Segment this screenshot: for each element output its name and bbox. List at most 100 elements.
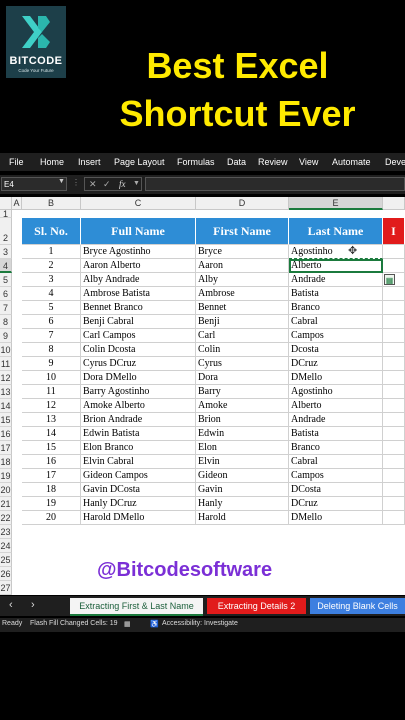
- table-cell-empty[interactable]: [383, 413, 405, 427]
- table-cell[interactable]: Brion Andrade: [81, 413, 196, 427]
- menu-formulas[interactable]: Formulas: [177, 157, 215, 167]
- row-header-5[interactable]: 5: [0, 273, 12, 287]
- table-cell[interactable]: 20: [22, 511, 81, 525]
- table-header-cell[interactable]: Full Name: [81, 218, 196, 245]
- table-cell-empty[interactable]: [383, 343, 405, 357]
- table-cell-empty[interactable]: [383, 399, 405, 413]
- table-cell[interactable]: Dcosta: [289, 343, 383, 357]
- chevron-down-icon[interactable]: ▼: [133, 180, 140, 187]
- table-cell[interactable]: Amoke Alberto: [81, 399, 196, 413]
- table-cell[interactable]: 11: [22, 385, 81, 399]
- column-header-c[interactable]: C: [81, 197, 196, 210]
- table-cell[interactable]: Bennet: [196, 301, 289, 315]
- row-header-1[interactable]: 1: [0, 210, 12, 219]
- table-cell[interactable]: Alby: [196, 273, 289, 287]
- table-cell[interactable]: Dora DMello: [81, 371, 196, 385]
- table-cell[interactable]: Agostinho: [289, 385, 383, 399]
- row-header-16[interactable]: 16: [0, 427, 12, 441]
- table-cell[interactable]: Barry Agostinho: [81, 385, 196, 399]
- chevron-down-icon[interactable]: ▼: [58, 178, 65, 185]
- table-cell[interactable]: Bryce Agostinho: [81, 245, 196, 259]
- table-cell[interactable]: Alby Andrade: [81, 273, 196, 287]
- table-cell[interactable]: 8: [22, 343, 81, 357]
- row-header-25[interactable]: 25: [0, 553, 12, 567]
- table-cell[interactable]: Ambrose Batista: [81, 287, 196, 301]
- table-cell[interactable]: 6: [22, 315, 81, 329]
- table-cell[interactable]: Harold DMello: [81, 511, 196, 525]
- column-header-f[interactable]: [383, 197, 405, 210]
- table-cell[interactable]: 1: [22, 245, 81, 259]
- row-header-21[interactable]: 21: [0, 497, 12, 511]
- table-cell-empty[interactable]: [383, 455, 405, 469]
- table-cell[interactable]: 17: [22, 469, 81, 483]
- table-cell[interactable]: Benji Cabral: [81, 315, 196, 329]
- table-header-cell[interactable]: Last Name: [289, 218, 383, 245]
- row-header-23[interactable]: 23: [0, 525, 12, 539]
- table-cell[interactable]: DCosta: [289, 483, 383, 497]
- table-cell-empty[interactable]: [383, 385, 405, 399]
- table-cell[interactable]: Dora: [196, 371, 289, 385]
- table-cell-empty[interactable]: [383, 357, 405, 371]
- table-cell[interactable]: 5: [22, 301, 81, 315]
- table-cell-empty[interactable]: [383, 441, 405, 455]
- status-accessibility[interactable]: Accessibility: Investigate: [162, 620, 238, 627]
- table-cell-empty[interactable]: [383, 287, 405, 301]
- row-header-10[interactable]: 10: [0, 343, 12, 357]
- table-cell[interactable]: Edwin Batista: [81, 427, 196, 441]
- row-header-22[interactable]: 22: [0, 511, 12, 525]
- table-cell[interactable]: Cyrus DCruz: [81, 357, 196, 371]
- row-header-19[interactable]: 19: [0, 469, 12, 483]
- table-cell[interactable]: 3: [22, 273, 81, 287]
- column-header-e[interactable]: E: [289, 197, 383, 210]
- table-cell[interactable]: Brion: [196, 413, 289, 427]
- row-header-15[interactable]: 15: [0, 413, 12, 427]
- table-cell[interactable]: Gavin: [196, 483, 289, 497]
- table-cell[interactable]: DMello: [289, 371, 383, 385]
- table-cell[interactable]: DCruz: [289, 497, 383, 511]
- table-cell[interactable]: DCruz: [289, 357, 383, 371]
- row-header-17[interactable]: 17: [0, 441, 12, 455]
- row-header-11[interactable]: 11: [0, 357, 12, 371]
- table-cell[interactable]: Agostinho: [289, 245, 383, 259]
- menu-view[interactable]: View: [299, 157, 318, 167]
- table-cell[interactable]: Hanly DCruz: [81, 497, 196, 511]
- table-cell[interactable]: Edwin: [196, 427, 289, 441]
- table-cell-empty[interactable]: [383, 245, 405, 259]
- formula-input[interactable]: [145, 177, 405, 191]
- table-header-cell[interactable]: I: [383, 218, 405, 245]
- table-cell[interactable]: Branco: [289, 301, 383, 315]
- row-header-24[interactable]: 24: [0, 539, 12, 553]
- row-header-13[interactable]: 13: [0, 385, 12, 399]
- table-header-cell[interactable]: Sl. No.: [22, 218, 81, 245]
- table-cell[interactable]: Campos: [289, 329, 383, 343]
- table-cell[interactable]: Alberto: [289, 399, 383, 413]
- check-icon[interactable]: ✓: [103, 179, 111, 190]
- table-cell[interactable]: Gavin DCosta: [81, 483, 196, 497]
- table-cell[interactable]: Benji: [196, 315, 289, 329]
- table-cell[interactable]: Gideon Campos: [81, 469, 196, 483]
- cancel-icon[interactable]: ✕: [89, 179, 97, 190]
- table-cell[interactable]: Elvin Cabral: [81, 455, 196, 469]
- table-cell-empty[interactable]: [383, 427, 405, 441]
- table-cell[interactable]: Barry: [196, 385, 289, 399]
- row-header-20[interactable]: 20: [0, 483, 12, 497]
- menu-review[interactable]: Review: [258, 157, 288, 167]
- row-header-18[interactable]: 18: [0, 455, 12, 469]
- menu-home[interactable]: Home: [40, 157, 64, 167]
- row-header-6[interactable]: 6: [0, 287, 12, 301]
- table-cell[interactable]: Cabral: [289, 455, 383, 469]
- table-cell[interactable]: 14: [22, 427, 81, 441]
- row-header-8[interactable]: 8: [0, 315, 12, 329]
- table-cell[interactable]: Batista: [289, 427, 383, 441]
- table-cell[interactable]: Aaron: [196, 259, 289, 273]
- table-cell[interactable]: 10: [22, 371, 81, 385]
- table-cell[interactable]: Campos: [289, 469, 383, 483]
- menu-page-layout[interactable]: Page Layout: [114, 157, 165, 167]
- column-header-b[interactable]: B: [22, 197, 81, 210]
- menu-insert[interactable]: Insert: [78, 157, 101, 167]
- table-cell-empty[interactable]: [383, 371, 405, 385]
- menu-file[interactable]: File: [9, 157, 24, 167]
- row-header-14[interactable]: 14: [0, 399, 12, 413]
- table-cell[interactable]: 15: [22, 441, 81, 455]
- table-cell-empty[interactable]: [383, 259, 405, 273]
